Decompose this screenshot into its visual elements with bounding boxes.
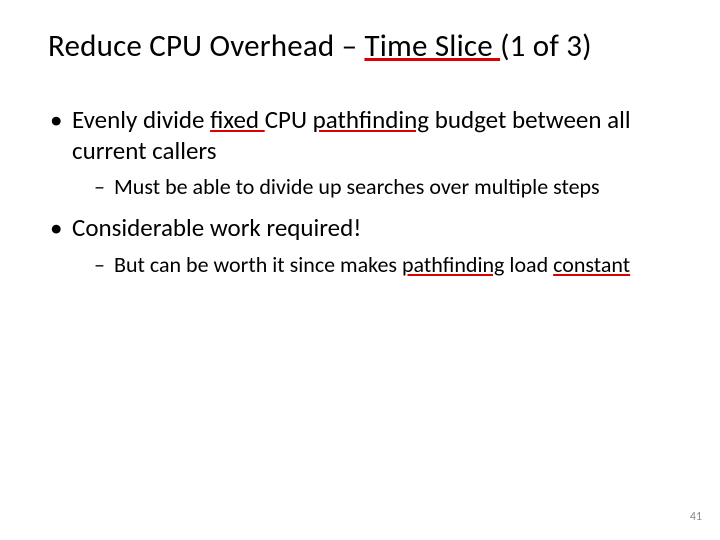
bullet-1-sub-0: But can be worth it since makes pathfind… xyxy=(94,252,680,279)
bullet-0-seg-0: Evenly divide xyxy=(72,104,210,135)
bullet-1: Considerable work required! But can be w… xyxy=(48,213,680,278)
bullet-0-sub-0: Must be able to divide up searches over … xyxy=(94,174,680,201)
bullet-1-sub-0-seg-2: load xyxy=(504,251,553,278)
page-number: 41 xyxy=(690,510,702,524)
title-seg-0: Reduce CPU Overhead – xyxy=(48,27,364,65)
bullet-list: Evenly divide fixed CPU pathfinding budg… xyxy=(48,105,680,278)
bullet-0-seg-2: CPU xyxy=(265,104,313,135)
title-seg-2: (1 of 3) xyxy=(500,27,592,65)
bullet-1-sub-0-seg-1: pathfinding xyxy=(402,251,504,278)
bullet-1-sub-0-seg-0: But can be worth it since makes xyxy=(114,251,402,278)
bullet-1-sub: But can be worth it since makes pathfind… xyxy=(72,252,680,279)
bullet-1-seg-0: Considerable work required! xyxy=(72,212,361,243)
bullet-0-sub: Must be able to divide up searches over … xyxy=(72,174,680,201)
bullet-0: Evenly divide fixed CPU pathfinding budg… xyxy=(48,105,680,201)
bullet-1-sub-0-seg-3: constant xyxy=(553,251,630,278)
title-seg-1: Time Slice xyxy=(364,27,500,65)
bullet-0-seg-1: fixed xyxy=(210,104,265,135)
slide-title: Reduce CPU Overhead – Time Slice (1 of 3… xyxy=(48,28,680,65)
slide: Reduce CPU Overhead – Time Slice (1 of 3… xyxy=(0,0,720,540)
bullet-0-seg-3: pathfinding xyxy=(313,104,429,135)
